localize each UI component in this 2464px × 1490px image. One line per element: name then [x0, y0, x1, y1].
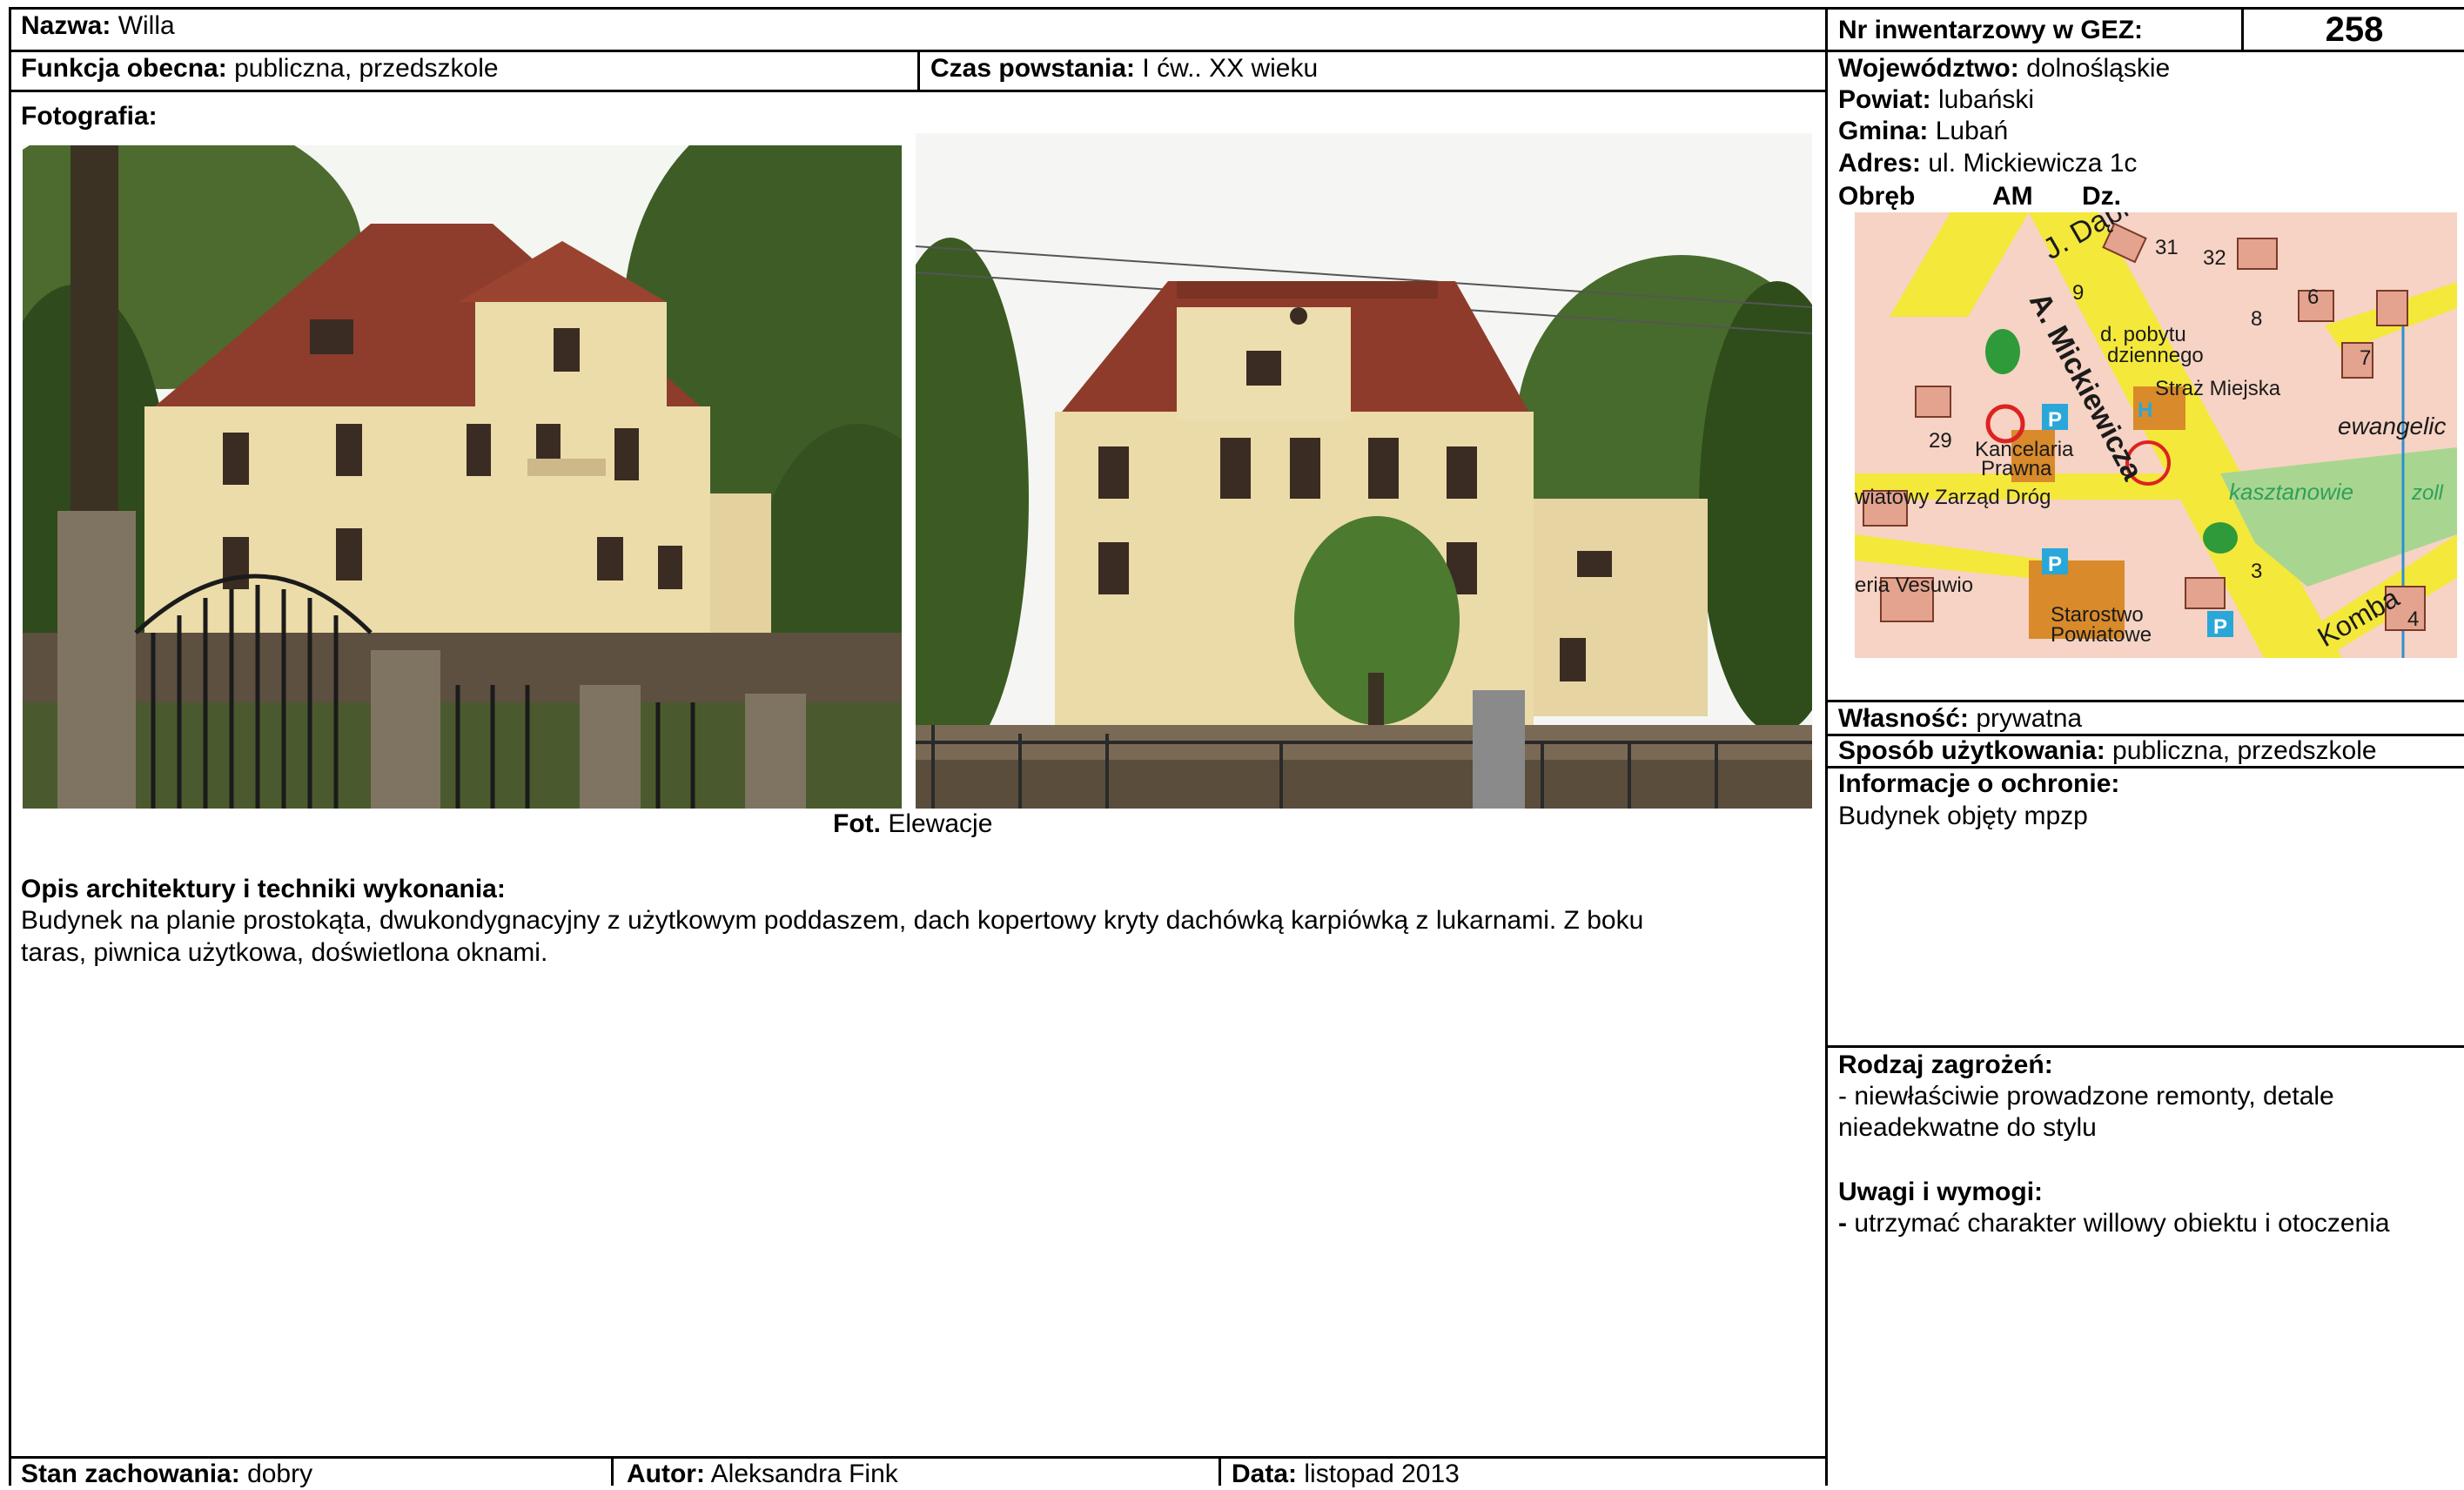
adres-field: Adres: ul. Mickiewicza 1c	[1838, 148, 2137, 179]
left-border	[9, 7, 11, 1486]
czas-value: I ćw.. XX wieku	[1142, 54, 1319, 83]
sposob-label: Sposób użytkowania:	[1838, 736, 2105, 765]
uwagi-label: Uwagi i wymogi:	[1838, 1178, 2044, 1206]
zagrozenia-line-2: nieadekwatne do stylu	[1838, 1113, 2097, 1142]
nr-inwentarzowy-value: 258	[2325, 10, 2384, 49]
wojewodztwo-value: dolnośląskie	[2026, 54, 2171, 83]
footer-divider-2	[1219, 1456, 1221, 1486]
photo-caption: Fot. Elewacje	[833, 809, 992, 840]
funkcja-field: Funkcja obecna: publiczna, przedszkole	[21, 53, 499, 84]
wlasnosc-label: Własność:	[1838, 704, 1970, 733]
caption-text: Elewacje	[888, 809, 993, 838]
obreb-label: Obręb	[1838, 182, 1916, 211]
nazwa-value: Willa	[117, 11, 175, 40]
nazwa-label: Nazwa:	[21, 11, 111, 40]
am-label: AM	[1992, 182, 2033, 211]
map-label-ewangelic: ewangelic	[2338, 413, 2447, 440]
dz-label: Dz.	[2082, 182, 2121, 211]
powiat-label: Powiat:	[1838, 85, 1931, 114]
map-number-7: 7	[2360, 346, 2371, 370]
map-parking-icon-1: P	[2048, 408, 2062, 432]
stan-label: Stan zachowania:	[21, 1460, 240, 1488]
map-number-4: 4	[2407, 607, 2419, 631]
autor-label: Autor:	[627, 1460, 705, 1488]
data-label: Data:	[1232, 1460, 1298, 1488]
sposob-field: Sposób użytkowania: publiczna, przedszko…	[1838, 735, 2377, 767]
nr-value-divider	[2241, 7, 2244, 50]
nazwa-field: Nazwa: Willa	[21, 10, 175, 42]
map-number-31: 31	[2155, 236, 2179, 259]
ochrona-label: Informacje o ochronie:	[1838, 769, 2120, 798]
row-divider-header	[9, 50, 2464, 52]
zagrozenia-line-1: - niewłaściwie prowadzone remonty, detal…	[1838, 1082, 2334, 1111]
map-number-8: 8	[2251, 307, 2262, 331]
map-label-pobytu-2: dziennego	[2107, 344, 2204, 367]
adres-label: Adres:	[1838, 149, 1922, 178]
map-label-zoll: zoll	[2411, 481, 2444, 505]
description-heading: Opis architektury i techniki wykonania:	[21, 875, 506, 903]
uwagi-value: utrzymać charakter willowy obiektu i oto…	[1854, 1209, 2390, 1238]
funkcja-label: Funkcja obecna:	[21, 54, 227, 83]
map-number-9: 9	[2072, 281, 2084, 305]
nr-inwentarzowy-label: Nr inwentarzowy w GEZ:	[1838, 16, 2144, 44]
gmina-field: Gmina: Lubań	[1838, 116, 2008, 147]
wlasnosc-field: Własność: prywatna	[1838, 703, 2082, 735]
right-divider-zagrozenia	[1827, 1045, 2464, 1048]
map-number-29: 29	[1929, 429, 1952, 453]
caption-bold: Fot.	[833, 809, 881, 838]
map-label-starostwo-2: Powiatowe	[2051, 623, 2152, 647]
map-label-kancelaria-2: Prawna	[1981, 457, 2052, 480]
map-hospital-icon: H	[2138, 399, 2152, 422]
villa-photo-left	[23, 145, 902, 809]
gmina-label: Gmina:	[1838, 117, 1929, 145]
footer-divider-1	[611, 1456, 614, 1486]
map-label-zarzad: wiatowy Zarząd Dróg	[1855, 486, 2051, 509]
uwagi-dash: -	[1838, 1209, 1847, 1238]
powiat-field: Powiat: lubański	[1838, 84, 2034, 116]
wlasnosc-value: prywatna	[1976, 704, 2083, 733]
wojewodztwo-field: Województwo: dolnośląskie	[1838, 53, 2170, 84]
autor-value: Aleksandra Fink	[710, 1460, 898, 1488]
fotografia-label: Fotografia:	[21, 102, 158, 131]
ochrona-value: Budynek objęty mpzp	[1838, 802, 2088, 830]
map-number-3: 3	[2251, 560, 2262, 583]
description-line-1: Budynek na planie prostokąta, dwukondygn…	[21, 906, 1644, 935]
czas-label: Czas powstania:	[930, 54, 1136, 83]
uwagi-field: - utrzymać charakter willowy obiektu i o…	[1838, 1208, 2390, 1239]
gmina-value: Lubań	[1935, 117, 2009, 145]
villa-photo-right	[916, 133, 1812, 809]
description-line-2: taras, piwnica użytkowa, doświetlona okn…	[21, 938, 548, 967]
data-value: listopad 2013	[1304, 1460, 1460, 1488]
zagrozenia-label: Rodzaj zagrożeń:	[1838, 1050, 2053, 1079]
map-number-32: 32	[2203, 246, 2226, 270]
czas-divider	[917, 50, 920, 91]
right-divider-wlasnosc	[1827, 700, 2464, 702]
map-label-pobytu-1: d. pobytu	[2100, 323, 2186, 346]
sposob-value: publiczna, przedszkole	[2112, 736, 2377, 765]
map-number-6: 6	[2307, 285, 2319, 309]
location-map: J. Dąbr A. Mickiewicza Komba ewangelic k…	[1855, 212, 2457, 658]
czas-field: Czas powstania: I ćw.. XX wieku	[930, 53, 1318, 84]
wojewodztwo-label: Województwo:	[1838, 54, 2019, 83]
adres-value: ul. Mickiewicza 1c	[1928, 149, 2138, 178]
funkcja-value: publiczna, przedszkole	[234, 54, 499, 83]
map-label-kasztanowie: kasztanowie	[2229, 479, 2353, 505]
top-border	[9, 7, 2464, 10]
map-label-vesuwio: eria Vesuwio	[1855, 574, 1973, 597]
powiat-value: lubański	[1938, 85, 2035, 114]
map-label-straz: Straż Miejska	[2155, 377, 2281, 400]
stan-value: dobry	[247, 1460, 313, 1488]
map-parking-icon-3: P	[2213, 615, 2227, 639]
map-parking-icon-2: P	[2048, 553, 2062, 576]
main-column-divider	[1825, 7, 1828, 1486]
